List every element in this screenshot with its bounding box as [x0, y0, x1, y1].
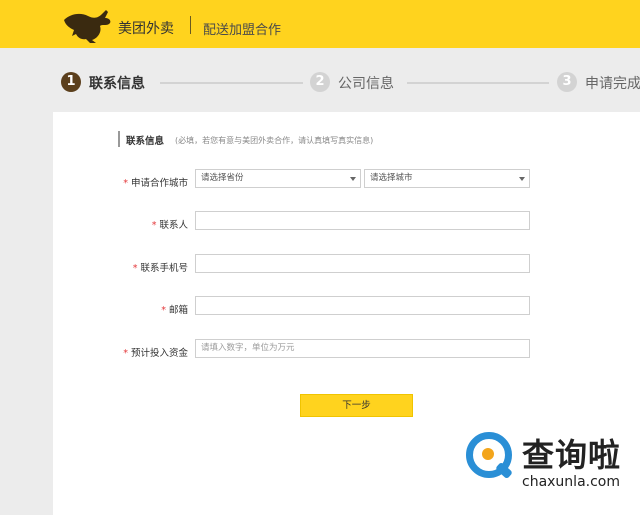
email-input[interactable] [195, 296, 530, 315]
contact-label: * 联系人 [68, 217, 188, 231]
fund-input-placeholder: 请填入数字，单位为万元 [201, 343, 295, 353]
next-step-button[interactable]: 下一步 [300, 394, 413, 417]
step-3-label: 申请完成 [585, 76, 640, 92]
phone-label: * 联系手机号 [68, 260, 188, 274]
fund-label-text: 预计投入资金 [130, 348, 188, 359]
step-2-number: 2 [310, 72, 330, 92]
fund-input[interactable]: 请填入数字，单位为万元 [195, 339, 530, 358]
watermark-cn-text: 查询啦 [522, 436, 622, 474]
province-select[interactable]: 请选择省份 [195, 169, 361, 188]
contact-name-input[interactable] [195, 211, 530, 230]
phone-input[interactable] [195, 254, 530, 273]
fund-label: * 预计投入资金 [68, 345, 188, 359]
step-1-label: 联系信息 [89, 76, 145, 92]
watermark: 查询啦 chaxunla.com [464, 428, 632, 500]
step-1-number: 1 [61, 72, 81, 92]
progress-steps: 1 联系信息 2 公司信息 3 申请完成 [0, 48, 640, 112]
section-hint: (必填，若您有意与美团外卖合作，请认真填写真实信息) [175, 136, 374, 145]
kangaroo-logo-icon[interactable] [62, 6, 114, 44]
chevron-down-icon [350, 177, 356, 181]
brand-separator [190, 16, 191, 34]
contact-label-text: 联系人 [159, 220, 188, 231]
brand-name[interactable]: 美团外卖 [118, 18, 174, 38]
step-connector-1 [160, 82, 303, 84]
watermark-en-text: chaxunla.com [522, 474, 620, 490]
required-star: * [151, 220, 157, 231]
step-2-label: 公司信息 [338, 76, 394, 92]
city-label: * 申请合作城市 [68, 175, 188, 189]
city-select-value: 请选择城市 [370, 173, 413, 183]
phone-label-text: 联系手机号 [140, 263, 188, 274]
watermark-dot [482, 448, 494, 460]
step-3-number: 3 [557, 72, 577, 92]
required-star: * [123, 348, 128, 359]
email-label-text: 邮箱 [168, 305, 188, 316]
brand-subtitle: 配送加盟合作 [203, 23, 282, 38]
email-label: * 邮箱 [68, 302, 188, 316]
required-star: * [123, 178, 128, 189]
city-select[interactable]: 请选择城市 [364, 169, 530, 188]
required-star: * [161, 305, 166, 316]
chevron-down-icon [519, 177, 525, 181]
step-connector-2 [407, 82, 549, 84]
top-header-bar: 美团外卖 配送加盟合作 [0, 0, 640, 48]
province-select-value: 请选择省份 [201, 173, 244, 183]
section-title: 联系信息 [126, 136, 165, 147]
section-marker [118, 131, 120, 147]
city-label-text: 申请合作城市 [130, 178, 188, 189]
required-star: * [132, 263, 138, 274]
magnifier-handle [495, 461, 513, 480]
